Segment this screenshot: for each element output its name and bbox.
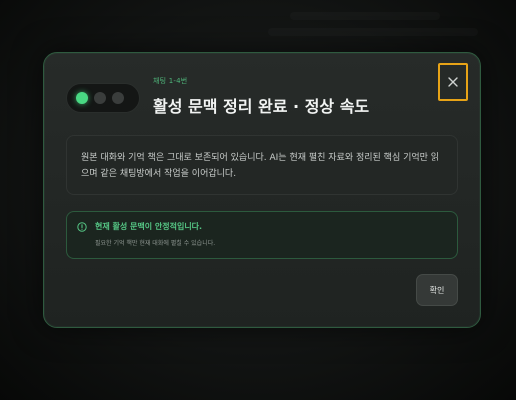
- close-icon: [448, 77, 458, 87]
- status-dot: [94, 92, 106, 104]
- info-circle-icon: [77, 222, 87, 232]
- close-button[interactable]: [438, 63, 468, 101]
- notice-subtitle: 필요한 기억 책만 현재 대화에 펼칠 수 있습니다.: [95, 240, 216, 247]
- background-blur-line: [290, 12, 440, 20]
- notice-title: 현재 활성 문맥이 안정적입니다.: [95, 222, 203, 231]
- status-indicator: [66, 83, 140, 113]
- description-box: 원본 대화와 기억 책은 그대로 보존되어 있습니다. AI는 현재 펼친 자료…: [66, 135, 458, 195]
- status-notice: 현재 활성 문맥이 안정적입니다. 필요한 기억 책만 현재 대화에 펼칠 수 …: [66, 211, 458, 259]
- background-blur-line: [268, 28, 478, 36]
- status-dot: [112, 92, 124, 104]
- dialog-title: 활성 문맥 정리 완료 · 정상 속도: [153, 97, 370, 116]
- dialog-subtitle: 채팅 1-4번: [153, 77, 188, 85]
- description-text: 원본 대화와 기억 책은 그대로 보존되어 있습니다. AI는 현재 펼친 자료…: [81, 153, 440, 179]
- confirm-button[interactable]: 확인: [416, 274, 458, 306]
- context-cleanup-dialog: 채팅 1-4번 활성 문맥 정리 완료 · 정상 속도 원본 대화와 기억 책은…: [43, 52, 481, 328]
- status-dot-active: [76, 92, 88, 104]
